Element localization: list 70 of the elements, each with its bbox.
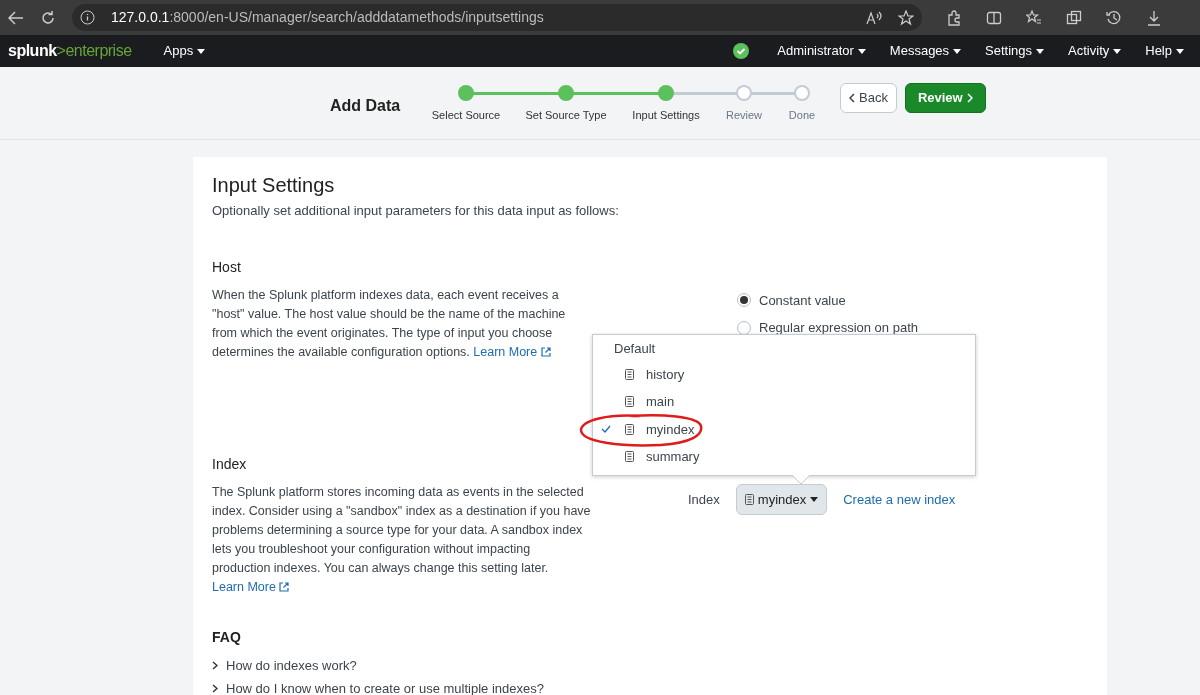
back-icon[interactable] [8, 10, 24, 25]
caret-icon [1036, 48, 1045, 54]
faq-item[interactable]: How do I know when to create or use multiple indexes? [212, 679, 544, 695]
description-text: The Splunk platform stores incoming data as events in the selected index. Consider using a "sandbox" index as a destination if you have problems determining a source type for your data. A sandbox index lets you troubleshoot your configuration without impacting production indexes. You can always change this setting later. Learn More [212, 483, 592, 596]
index-dropdown[interactable]: myindex [735, 483, 828, 515]
favorites-icon[interactable] [1026, 9, 1042, 26]
external-link-icon [279, 582, 290, 593]
section-title: Input Settings [212, 173, 336, 197]
nav-menu[interactable]: Administrator [769, 41, 874, 61]
group-label: Default [614, 339, 657, 358]
step-label: Done [788, 108, 816, 123]
nav-menu[interactable]: Messages [881, 41, 970, 61]
apps-menu[interactable]: Apps [155, 41, 214, 61]
document-icon [625, 396, 634, 408]
nav-menu[interactable]: Settings [977, 41, 1053, 61]
document-icon [744, 493, 754, 505]
caret-icon [197, 48, 206, 54]
caret-icon [1176, 48, 1184, 54]
url-text: 127.0.0.1:8000/en-US/manager/search/adddatamethods/inputsettings [111, 8, 544, 27]
radio-button[interactable] [737, 320, 751, 335]
download-icon[interactable] [1146, 9, 1162, 26]
review-button[interactable]: Review [904, 83, 986, 113]
step-label: Input Settings [632, 108, 700, 123]
radio-label: Constant value [759, 291, 846, 310]
learn-more-link[interactable]: Learn More [212, 579, 290, 594]
dropdown-item[interactable]: main [593, 388, 975, 416]
step-label: Review [725, 108, 763, 123]
history-icon[interactable] [1106, 9, 1122, 26]
page-title: Add Data [330, 96, 400, 116]
collections-icon[interactable] [1066, 9, 1082, 26]
address-bar[interactable]: 127.0.0.1:8000/en-US/manager/search/adddatamethods/inputsettings [72, 4, 922, 31]
caret-icon [810, 496, 819, 502]
faq-item[interactable]: How do indexes work? [212, 655, 357, 675]
logo[interactable]: splunk>enterprise [8, 39, 132, 63]
chevron-right-icon [212, 684, 218, 694]
section-heading: FAQ [212, 627, 241, 647]
dropdown-item[interactable]: myindex [593, 415, 975, 443]
info-icon [80, 10, 95, 25]
split-screen-icon[interactable] [986, 9, 1002, 26]
document-icon [625, 451, 634, 463]
status-ok-icon [733, 43, 750, 59]
step-label: Set Source Type [525, 108, 607, 123]
field-label: Index [688, 490, 720, 509]
section-heading: Host [212, 257, 241, 277]
refresh-icon[interactable] [40, 9, 56, 26]
dropdown-item[interactable]: history [593, 360, 975, 388]
star-icon[interactable] [898, 9, 914, 26]
extensions-icon[interactable] [946, 9, 962, 26]
step-label: Select Source [431, 108, 501, 123]
document-icon [625, 368, 634, 380]
nav-menu[interactable]: Help [1137, 41, 1192, 61]
caret-icon [1113, 48, 1122, 54]
radio-label: Regular expression on path [759, 319, 918, 337]
chevron-right-icon [212, 660, 218, 670]
caret-icon [953, 48, 962, 54]
dropdown-item[interactable]: summary [593, 443, 975, 471]
nav-menu[interactable]: Activity [1060, 41, 1130, 61]
document-icon [625, 423, 634, 435]
back-button[interactable]: Back [840, 83, 897, 113]
external-link-icon [540, 347, 551, 358]
section-heading: Index [212, 454, 247, 474]
create-index-link[interactable]: Create a new index [843, 489, 956, 509]
learn-more-link[interactable]: Learn More [473, 344, 551, 359]
description-text: When the Splunk platform indexes data, each event receives a "host" value. The host value should be the name of the machine from which the event originates. The type of input you choose determines the available configuration options. Learn More [212, 286, 567, 361]
radio-button[interactable] [737, 293, 751, 308]
description-text: Optionally set additional input parameters for this data input as follows: [212, 202, 620, 220]
chevron-right-icon [966, 92, 973, 103]
caret-icon [857, 48, 866, 54]
chevron-left-icon [849, 92, 855, 103]
read-aloud-icon[interactable] [866, 10, 882, 25]
